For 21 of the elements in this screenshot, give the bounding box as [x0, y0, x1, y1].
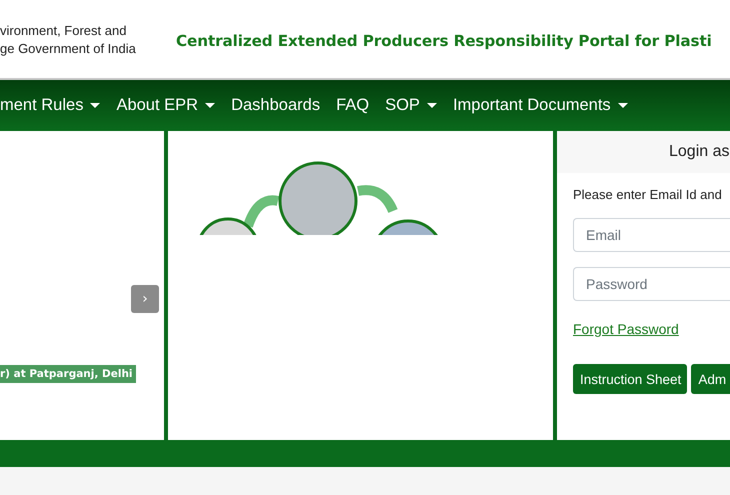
nav-menu-item[interactable]: FAQ [336, 96, 370, 115]
slide-caption: r) at Patparganj, Delhi [0, 365, 136, 383]
login-action-button[interactable]: Adm [691, 364, 730, 394]
password-input[interactable]: Password [573, 267, 730, 301]
email-input[interactable]: Email [573, 218, 730, 252]
caret-icon [90, 103, 100, 108]
forgot-password-link[interactable]: Forgot Password [573, 321, 679, 337]
nav-menu-item[interactable]: Dashboards [231, 96, 320, 115]
login-heading: Login as [669, 143, 730, 161]
login-prompt: Please enter Email Id and [573, 187, 723, 202]
nav-menu-item[interactable]: About EPR [116, 96, 216, 115]
login-action-button[interactable]: Instruction Sheet [573, 364, 688, 394]
caret-icon [618, 103, 628, 108]
ministry-name-line: ge Government of India [0, 40, 137, 56]
nav-menu-item[interactable]: SOP [385, 96, 437, 115]
caret-icon [205, 103, 216, 108]
caret-icon [426, 103, 437, 108]
portal-title: Centralized Extended Producers Responsibility Portal for Plasti [176, 32, 712, 50]
nav-menu-item[interactable]: ment Rules [0, 96, 100, 115]
nav-menu-item[interactable]: Important Documents [452, 96, 628, 115]
ministry-name-line: vironment, Forest and [0, 22, 128, 38]
